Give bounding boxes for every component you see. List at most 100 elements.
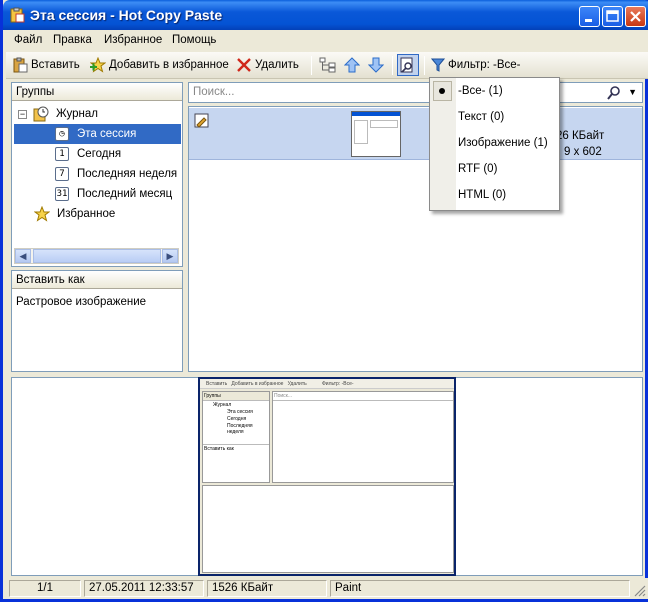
app-window: Эта сессия - Hot Copy Paste Файл Правка … <box>0 0 648 602</box>
filter-text[interactable]: Текст (0) <box>458 107 504 127</box>
toolbar-separator <box>424 56 425 75</box>
menu-file[interactable]: Файл <box>14 34 42 46</box>
groups-hscrollbar[interactable]: ◀ ▶ <box>14 248 179 264</box>
preview-filter: Фильтр: -Все- <box>322 381 354 387</box>
clip-thumbnail <box>351 111 401 157</box>
tree-view-button[interactable] <box>319 56 340 74</box>
preview-delete: Удалить <box>287 381 307 387</box>
filter-button[interactable]: Фильтр: -Все- <box>431 56 521 74</box>
favorites-label: Избранное <box>57 208 116 220</box>
today-label: Сегодня <box>77 148 122 160</box>
delete-button[interactable]: Удалить <box>236 56 299 74</box>
resize-grip-icon[interactable] <box>634 585 646 597</box>
status-size: 1526 КБайт <box>207 580 327 597</box>
add-star-icon <box>90 57 106 73</box>
status-bar: 1/1 27.05.2011 12:33:57 1526 КБайт Paint <box>6 578 648 599</box>
menu-edit[interactable]: Правка <box>53 34 92 46</box>
window-title: Эта сессия - Hot Copy Paste <box>30 7 223 23</box>
preview-add: Добавить в избранное <box>231 381 284 387</box>
preview-icon <box>400 57 412 73</box>
groups-panel: Группы − Журнал ◷ Эта сессия 1 Сегодня 7… <box>11 82 183 267</box>
preview-paste: Вставить <box>206 381 228 387</box>
groups-header: Группы <box>12 83 182 101</box>
tree-icon <box>319 57 336 73</box>
add-favorite-label: Добавить в избранное <box>109 59 229 71</box>
status-datetime: 27.05.2011 12:33:57 <box>84 580 204 597</box>
filter-dropdown-menu: -Все- (1) Текст (0) Изображение (1) RTF … <box>429 77 560 211</box>
delete-x-icon <box>237 58 251 72</box>
search-icon[interactable] <box>606 85 622 101</box>
tree-this-session[interactable]: ◷ Эта сессия <box>14 124 181 144</box>
tree-journal[interactable]: − Журнал <box>18 104 102 124</box>
journal-label: Журнал <box>56 108 98 120</box>
close-button[interactable] <box>625 6 646 27</box>
maximize-icon <box>606 10 619 22</box>
preview-today: Сегодня <box>227 416 247 422</box>
toolbar-separator <box>311 56 312 75</box>
scroll-right-icon[interactable]: ▶ <box>162 249 178 263</box>
preview-toggle-button[interactable] <box>397 54 419 76</box>
preview-search: Поиск... <box>273 392 453 401</box>
preview-journal: Журнал <box>213 402 232 408</box>
search-dropdown-chevron-icon[interactable]: ▼ <box>628 87 637 97</box>
star-icon <box>34 206 50 222</box>
collapse-toggle-icon[interactable]: − <box>18 109 27 119</box>
toolbar-separator <box>392 56 393 75</box>
minimize-icon <box>585 19 592 22</box>
filter-html[interactable]: HTML (0) <box>458 185 506 205</box>
paste-as-option[interactable]: Растровое изображение <box>16 296 146 308</box>
tree-last-week[interactable]: 7 Последняя неделя <box>55 164 181 184</box>
this-session-label: Эта сессия <box>73 127 141 141</box>
tree-favorites[interactable]: Избранное <box>34 204 119 224</box>
scroll-left-icon[interactable]: ◀ <box>15 249 31 263</box>
calendar-month-icon: 31 <box>55 187 69 201</box>
delete-label: Удалить <box>255 59 299 71</box>
filter-all[interactable]: -Все- (1) <box>458 81 503 101</box>
toolbar: Вставить Добавить в избранное Удалить Фи… <box>6 52 648 79</box>
journal-icon <box>33 106 49 122</box>
menu-favorites[interactable]: Избранное <box>104 34 162 46</box>
clock-icon: ◷ <box>55 127 69 141</box>
paste-label: Вставить <box>31 59 80 71</box>
calendar-week-icon: 7 <box>55 167 69 181</box>
preview-paste-as: Вставить как <box>203 444 269 453</box>
title-bar[interactable]: Эта сессия - Hot Copy Paste <box>3 0 648 30</box>
clip-item-row[interactable]: 26 КБайт 9 x 602 <box>189 108 642 160</box>
tree-today[interactable]: 1 Сегодня <box>55 144 125 164</box>
preview-week: Последняя неделя <box>227 423 253 435</box>
filter-rtf[interactable]: RTF (0) <box>458 159 497 179</box>
search-input[interactable]: Поиск... ▼ <box>188 82 643 103</box>
paste-button[interactable]: Вставить <box>12 56 80 74</box>
clip-dims: 9 x 602 <box>564 146 602 158</box>
paste-as-header: Вставить как <box>12 271 182 289</box>
filter-label: Фильтр: -Все- <box>448 59 521 71</box>
filter-funnel-icon <box>431 58 445 72</box>
calendar-day-icon: 1 <box>55 147 69 161</box>
clip-size: 26 КБайт <box>556 130 605 142</box>
filter-image[interactable]: Изображение (1) <box>458 133 548 153</box>
preview-session: Эта сессия <box>227 409 253 415</box>
add-favorite-button[interactable]: Добавить в избранное <box>90 56 229 74</box>
preview-image: Вставить Добавить в избранное Удалить Фи… <box>198 377 456 576</box>
status-index: 1/1 <box>9 580 81 597</box>
preview-groups: Группы <box>203 392 269 401</box>
image-clip-icon <box>194 113 209 128</box>
selected-bullet-icon <box>439 88 445 94</box>
last-month-label: Последний месяц <box>77 188 173 200</box>
scroll-thumb[interactable] <box>33 249 161 263</box>
close-icon <box>630 11 641 22</box>
maximize-button[interactable] <box>602 6 623 27</box>
paste-as-panel: Вставить как Растровое изображение <box>11 270 183 372</box>
menu-help[interactable]: Помощь <box>172 34 216 46</box>
clipboard-app-icon <box>10 7 25 23</box>
menu-bar: Файл Правка Избранное Помощь <box>6 30 648 52</box>
minimize-button[interactable] <box>579 6 600 27</box>
search-placeholder: Поиск... <box>193 86 235 98</box>
status-source: Paint <box>330 580 630 597</box>
move-up-button[interactable] <box>344 56 363 74</box>
arrow-down-icon <box>368 57 384 73</box>
last-week-label: Последняя неделя <box>77 168 178 180</box>
tree-last-month[interactable]: 31 Последний месяц <box>55 184 176 204</box>
move-down-button[interactable] <box>368 56 387 74</box>
paste-icon <box>13 57 28 73</box>
